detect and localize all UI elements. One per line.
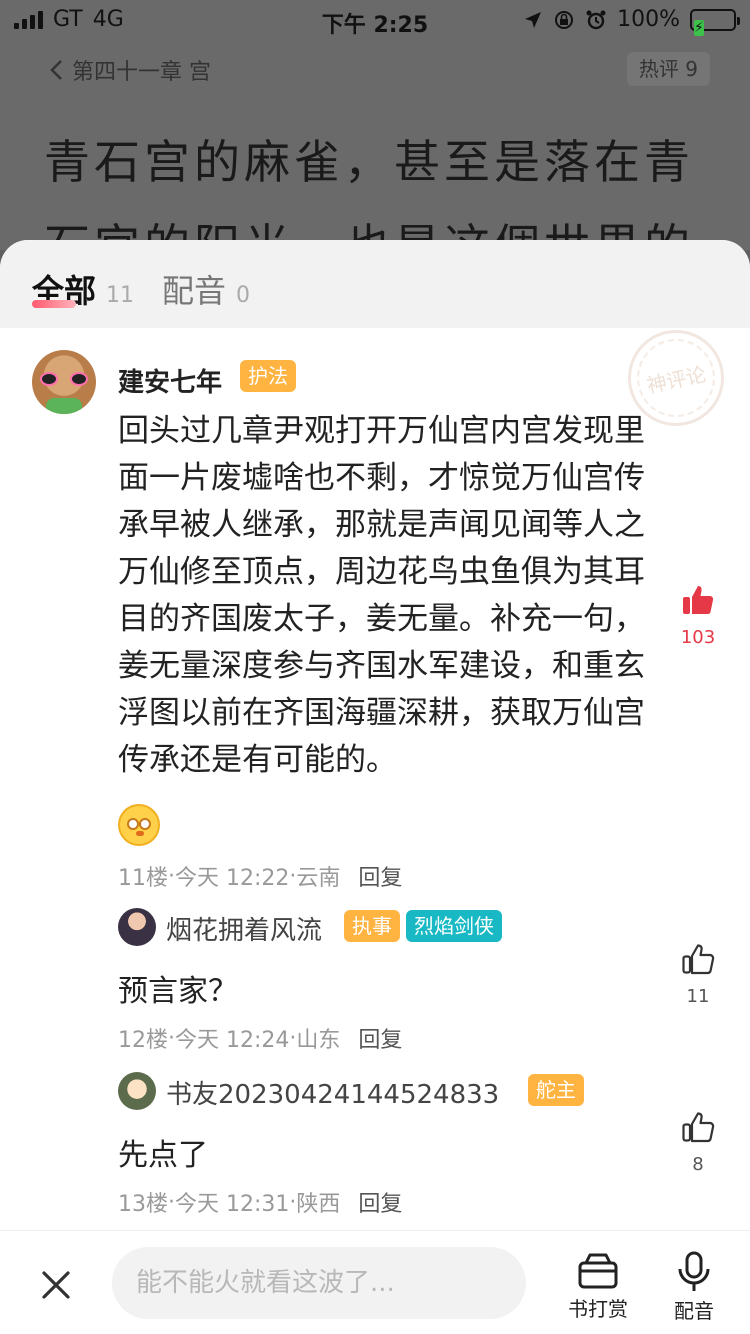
comment-username[interactable]: 建安七年 xyxy=(118,362,222,399)
reader-text: 青石宫的麻雀，甚至是落在青石宫的阳光，也是这個世界的 xyxy=(44,135,694,250)
like-button[interactable]: 8 xyxy=(668,1110,728,1175)
battery-icon: ⚡ xyxy=(690,8,740,36)
battery-percent: 100% xyxy=(617,7,680,32)
user-badge: 舵主 xyxy=(528,1074,584,1106)
like-button[interactable]: 103 xyxy=(668,583,728,648)
comment-time: 今天 12:24 xyxy=(175,1028,290,1053)
comment-meta: 13楼 · 今天 12:31 · 陕西 回复 xyxy=(118,1186,402,1218)
reply-button[interactable]: 回复 xyxy=(358,1186,402,1218)
reply-text[interactable]: 预言家？ xyxy=(118,966,238,1010)
like-count: 8 xyxy=(692,1154,704,1175)
close-button[interactable] xyxy=(36,1265,76,1305)
comment-location: 陕西 xyxy=(296,1192,341,1217)
meta-sep: · xyxy=(168,863,175,889)
comment-floor: 11楼 xyxy=(118,866,168,891)
hot-comments-button[interactable]: 热评 9 xyxy=(626,52,710,86)
surprised-emoji-icon xyxy=(118,804,160,846)
status-right: 100% ⚡ xyxy=(523,7,740,36)
comment-time: 今天 12:31 xyxy=(175,1192,290,1217)
chevron-left-icon xyxy=(50,60,62,80)
comment-tabs: 全部 11 配音 0 xyxy=(0,240,750,328)
thumbs-up-filled-icon xyxy=(683,586,714,614)
like-count: 11 xyxy=(686,986,710,1007)
thumbs-up-icon xyxy=(682,1112,715,1143)
comment-input[interactable] xyxy=(112,1247,526,1319)
microphone-icon xyxy=(678,1251,710,1291)
meta-sep: · xyxy=(289,1189,297,1215)
reward-button[interactable]: 书打赏 xyxy=(558,1251,638,1322)
comment-location: 云南 xyxy=(296,866,341,891)
status-bar: GT 4G 下午 2:25 100% ⚡ xyxy=(0,0,750,40)
dubbing-label: 配音 xyxy=(674,1299,714,1323)
reply-username[interactable]: 烟花拥着风流 xyxy=(166,910,322,947)
comment-body[interactable]: 回头过几章尹观打开万仙宫内宫发现里面一片废墟啥也不剩，才惊觉万仙宫传承早被人继承… xyxy=(118,408,648,784)
meta-sep: · xyxy=(168,1025,175,1051)
reply-text[interactable]: 先点了 xyxy=(118,1130,208,1174)
chapter-title: 第四十一章 宫 xyxy=(72,60,211,85)
comment-sheet: 全部 11 配音 0 神评论 建安七年 护法 回头过几章尹观打开万仙宫内宫发现里… xyxy=(0,240,750,1334)
comment-time: 今天 12:22 xyxy=(175,866,290,891)
comment-meta: 11楼 · 今天 12:22 · 云南 回复 xyxy=(118,860,402,892)
comment-floor: 13楼 xyxy=(118,1192,168,1217)
reply-badges: 舵主 xyxy=(528,1074,584,1106)
gift-box-icon xyxy=(578,1253,618,1289)
avatar[interactable] xyxy=(32,350,96,414)
meta-sep: · xyxy=(289,1025,297,1051)
tab-all-count: 11 xyxy=(106,283,135,308)
reply-username[interactable]: 书友20230424144524833 xyxy=(166,1074,499,1111)
rotation-lock-icon xyxy=(555,10,574,29)
reader-header: 第四十一章 宫 热评 9 xyxy=(0,40,750,100)
tab-dubbing-label: 配音 xyxy=(162,272,227,310)
avatar[interactable] xyxy=(118,908,156,946)
reply-badges: 执事 烈焰剑侠 xyxy=(344,910,502,942)
tab-dubbing-count: 0 xyxy=(236,283,251,308)
user-badge: 护法 xyxy=(240,360,296,392)
like-button[interactable]: 11 xyxy=(668,942,728,1007)
tab-dubbing[interactable]: 配音 0 xyxy=(162,266,250,312)
like-count: 103 xyxy=(680,627,716,648)
location-arrow-icon xyxy=(525,11,542,28)
bottom-bar: 书打赏 配音 xyxy=(0,1230,750,1334)
user-badge: 烈焰剑侠 xyxy=(406,910,502,942)
user-badge: 执事 xyxy=(344,910,400,942)
close-icon xyxy=(42,1271,70,1299)
avatar[interactable] xyxy=(118,1072,156,1110)
dubbing-button[interactable]: 配音 xyxy=(654,1251,734,1324)
back-button[interactable]: 第四十一章 宫 xyxy=(48,54,211,86)
stamp-label: 神评论 xyxy=(644,361,709,398)
meta-sep: · xyxy=(168,1189,175,1215)
alarm-icon xyxy=(586,10,606,29)
meta-sep: · xyxy=(289,863,297,889)
tab-underline xyxy=(32,300,76,308)
reply-button[interactable]: 回复 xyxy=(358,1022,402,1054)
reply-button[interactable]: 回复 xyxy=(358,860,402,892)
comment-meta: 12楼 · 今天 12:24 · 山东 回复 xyxy=(118,1022,402,1054)
thumbs-up-icon xyxy=(682,944,715,975)
comment-location: 山东 xyxy=(296,1028,341,1053)
reward-label: 书打赏 xyxy=(568,1297,628,1321)
comment-floor: 12楼 xyxy=(118,1028,168,1053)
